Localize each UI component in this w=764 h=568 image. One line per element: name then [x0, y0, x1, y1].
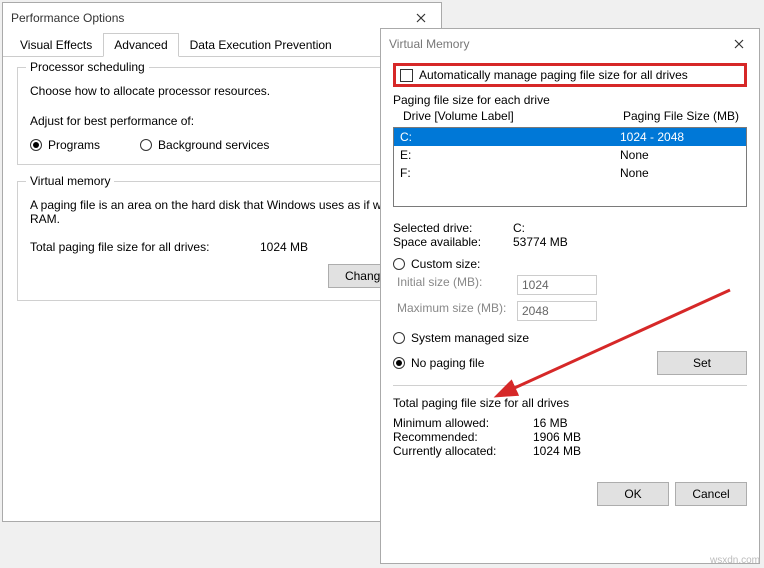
watermark: wsxdn.com: [710, 555, 760, 566]
min-allowed-value: 16 MB: [533, 416, 568, 430]
close-icon[interactable]: [727, 35, 751, 53]
drive-size: None: [620, 166, 740, 180]
space-available-label: Space available:: [393, 235, 513, 249]
currently-allocated-value: 1024 MB: [533, 444, 581, 458]
radio-icon: [30, 139, 42, 151]
col-drive: Drive [Volume Label]: [403, 109, 623, 123]
radio-custom-size[interactable]: Custom size:: [393, 257, 747, 271]
recommended-label: Recommended:: [393, 430, 533, 444]
drive-letter: C:: [400, 130, 620, 144]
drive-row[interactable]: C: 1024 - 2048: [394, 128, 746, 146]
drive-letter: E:: [400, 148, 620, 162]
maximum-size-input[interactable]: [517, 301, 597, 321]
maximum-size-label: Maximum size (MB):: [397, 301, 517, 321]
ok-button[interactable]: OK: [597, 482, 669, 506]
drive-size: 1024 - 2048: [620, 130, 740, 144]
space-available-value: 53774 MB: [513, 235, 568, 249]
auto-manage-checkbox[interactable]: Automatically manage paging file size fo…: [400, 68, 740, 82]
vm-total-value: 1024 MB: [260, 240, 308, 254]
currently-allocated-label: Currently allocated:: [393, 444, 533, 458]
drive-letter: F:: [400, 166, 620, 180]
drive-row[interactable]: F: None: [394, 164, 746, 182]
radio-no-paging-file[interactable]: No paging file: [393, 356, 484, 370]
radio-programs[interactable]: Programs: [30, 138, 100, 152]
tab-advanced[interactable]: Advanced: [103, 33, 178, 57]
radio-label: Programs: [48, 138, 100, 152]
radio-label: Background services: [158, 138, 269, 152]
drive-row[interactable]: E: None: [394, 146, 746, 164]
processor-scheduling-group: Processor scheduling Choose how to alloc…: [17, 67, 427, 165]
radio-icon: [393, 357, 405, 369]
radio-label: No paging file: [411, 356, 484, 370]
radio-label: Custom size:: [411, 257, 480, 271]
radio-icon: [140, 139, 152, 151]
recommended-value: 1906 MB: [533, 430, 581, 444]
auto-manage-highlight: Automatically manage paging file size fo…: [393, 63, 747, 87]
virtual-memory-group: Virtual memory A paging file is an area …: [17, 181, 427, 301]
radio-system-managed[interactable]: System managed size: [393, 331, 747, 345]
initial-size-label: Initial size (MB):: [397, 275, 517, 295]
set-button[interactable]: Set: [657, 351, 747, 375]
totals-title: Total paging file size for all drives: [393, 396, 747, 410]
radio-icon: [393, 258, 405, 270]
vm-desc: A paging file is an area on the hard dis…: [30, 198, 414, 226]
radio-background-services[interactable]: Background services: [140, 138, 269, 152]
performance-options-window: Performance Options Visual Effects Advan…: [2, 2, 442, 522]
drive-list[interactable]: C: 1024 - 2048 E: None F: None: [393, 127, 747, 207]
drive-list-title: Paging file size for each drive: [393, 93, 747, 107]
auto-manage-label: Automatically manage paging file size fo…: [419, 68, 688, 82]
vm-total-label: Total paging file size for all drives:: [30, 240, 260, 254]
selected-drive-label: Selected drive:: [393, 221, 513, 235]
perf-title: Performance Options: [11, 11, 124, 25]
sched-adjust: Adjust for best performance of:: [30, 114, 414, 128]
close-icon[interactable]: [409, 9, 433, 27]
selected-drive-value: C:: [513, 221, 525, 235]
radio-icon: [393, 332, 405, 344]
initial-size-input[interactable]: [517, 275, 597, 295]
col-size: Paging File Size (MB): [623, 109, 743, 123]
group-title: Virtual memory: [26, 174, 114, 188]
checkbox-icon: [400, 69, 413, 82]
tab-dep[interactable]: Data Execution Prevention: [179, 33, 343, 56]
vm-dialog-title: Virtual Memory: [389, 37, 469, 51]
perf-tabs: Visual Effects Advanced Data Execution P…: [3, 33, 441, 57]
cancel-button[interactable]: Cancel: [675, 482, 747, 506]
radio-label: System managed size: [411, 331, 529, 345]
drive-size: None: [620, 148, 740, 162]
min-allowed-label: Minimum allowed:: [393, 416, 533, 430]
virtual-memory-dialog: Virtual Memory Automatically manage pagi…: [380, 28, 760, 564]
tab-visual-effects[interactable]: Visual Effects: [9, 33, 103, 56]
group-title: Processor scheduling: [26, 60, 149, 74]
sched-desc: Choose how to allocate processor resourc…: [30, 84, 414, 98]
